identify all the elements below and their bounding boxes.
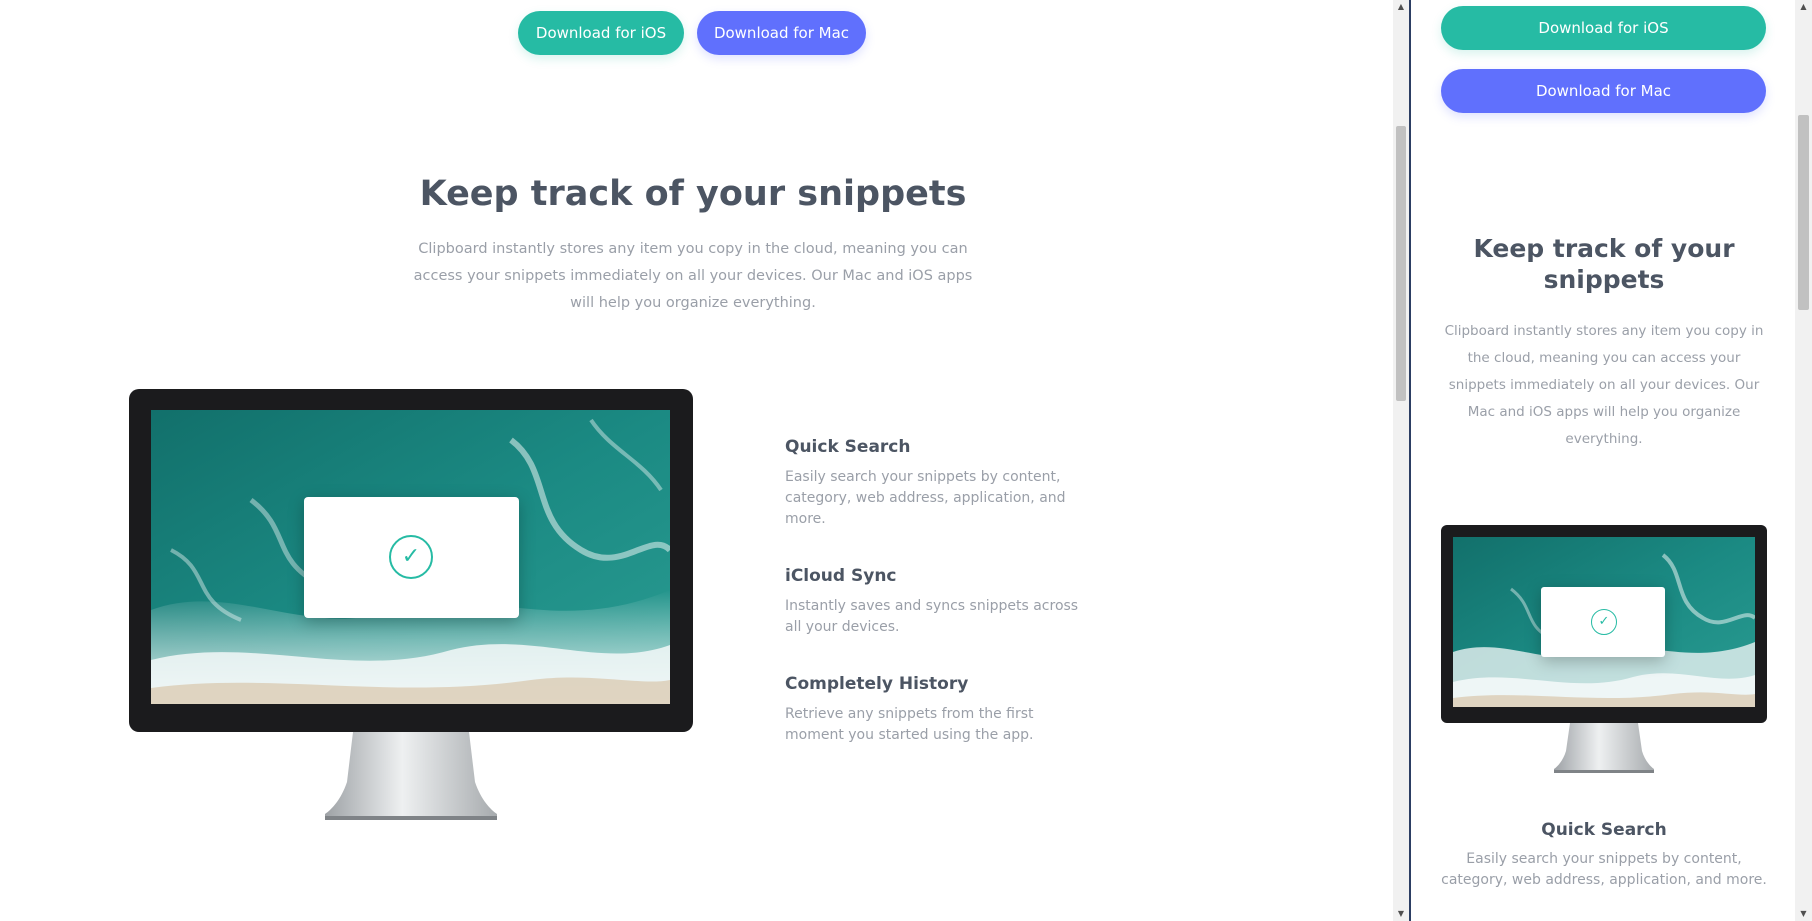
check-circle-icon: ✓ (389, 535, 433, 579)
download-ios-button[interactable]: Download for iOS (518, 11, 684, 55)
mobile-scroll-down-arrow-icon[interactable]: ▼ (1795, 907, 1812, 921)
mobile-apple-logo-icon (1596, 708, 1612, 722)
mobile-monitor-screen: ✓ (1453, 537, 1755, 707)
feature-desc-history: Retrieve any snippets from the first mom… (785, 706, 1034, 743)
feature-title-icloud-sync: iCloud Sync (785, 566, 897, 586)
snippets-description: Clipboard instantly stores any item you … (413, 241, 973, 311)
monitor-screen: ✓ (151, 410, 670, 704)
monitor-stand (325, 732, 497, 820)
scroll-up-arrow-icon[interactable]: ▲ (1393, 0, 1409, 14)
desktop-preview: Download for iOS Download for Mac Keep t… (0, 0, 1393, 921)
desktop-scrollbar[interactable]: ▲ ▼ (1393, 0, 1409, 921)
scroll-down-arrow-icon[interactable]: ▼ (1393, 907, 1409, 921)
feature-desc-icloud-sync: Instantly saves and syncs snippets acros… (785, 598, 1079, 635)
mobile-preview: Download for iOS Download for Mac Keep t… (1409, 0, 1795, 921)
feature-desc-quick-search: Easily search your snippets by content, … (785, 469, 1066, 527)
mobile-scroll-thumb[interactable] (1798, 115, 1809, 310)
apple-logo-icon (399, 707, 423, 727)
mobile-monitor-stand (1554, 723, 1654, 773)
scroll-thumb[interactable] (1396, 126, 1406, 401)
mobile-snippets-description: Clipboard instantly stores any item you … (1444, 323, 1764, 447)
monitor-image: ✓ (129, 389, 693, 820)
download-mac-button[interactable]: Download for Mac (697, 11, 866, 55)
mobile-confirmation-card: ✓ (1541, 587, 1665, 657)
mobile-check-circle-icon: ✓ (1591, 609, 1617, 635)
mobile-scrollbar[interactable]: ▲ ▼ (1795, 0, 1812, 921)
mobile-scroll-up-arrow-icon[interactable]: ▲ (1795, 0, 1812, 14)
snippets-title: Keep track of your snippets (419, 174, 967, 214)
feature-title-history: Completely History (785, 674, 969, 694)
mobile-download-ios-button[interactable]: Download for iOS (1441, 6, 1766, 50)
mobile-snippets-title: Keep track of your snippets (1473, 234, 1735, 294)
feature-title-quick-search: Quick Search (785, 437, 911, 457)
mobile-feature-title-quick-search: Quick Search (1541, 820, 1667, 840)
mobile-monitor-image: ✓ (1441, 525, 1767, 773)
mobile-feature-desc-quick-search: Easily search your snippets by content, … (1441, 851, 1767, 888)
mobile-download-mac-button[interactable]: Download for Mac (1441, 69, 1766, 113)
confirmation-card: ✓ (304, 497, 519, 618)
